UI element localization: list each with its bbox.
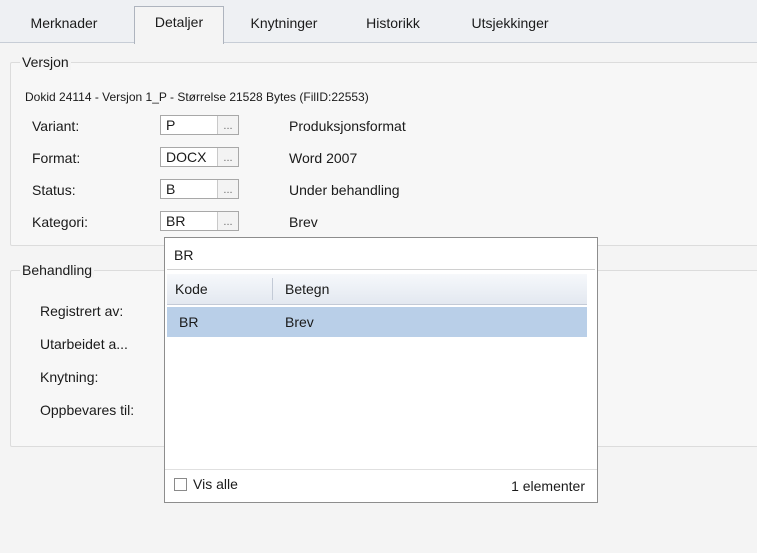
- format-value: DOCX: [166, 149, 207, 165]
- column-divider[interactable]: [272, 278, 273, 300]
- format-lookup-button[interactable]: ...: [217, 148, 238, 166]
- behandling-group-title: Behandling: [20, 262, 95, 278]
- item-count-label: 1 elementer: [511, 478, 585, 494]
- tab-knytninger[interactable]: Knytninger: [234, 8, 334, 41]
- versjon-group-title: Versjon: [20, 54, 71, 70]
- variant-value: P: [166, 117, 176, 133]
- utarbeidet-av-label: Utarbeidet a...: [40, 336, 128, 352]
- version-info-caption: Dokid 24114 - Versjon 1_P - Størrelse 21…: [25, 90, 369, 104]
- kategori-description: Brev: [289, 214, 318, 230]
- status-label: Status:: [32, 182, 76, 198]
- show-all-label[interactable]: Vis alle: [193, 476, 238, 492]
- status-description: Under behandling: [289, 182, 400, 198]
- kategori-lookup-popup: BR Kode Betegn BR Brev Vis alle 1 elemen…: [164, 237, 598, 503]
- format-field[interactable]: DOCX ...: [160, 147, 239, 167]
- oppbevares-til-label: Oppbevares til:: [40, 402, 135, 418]
- popup-footer: Vis alle 1 elementer: [165, 469, 597, 502]
- tab-merknader[interactable]: Merknader: [14, 8, 114, 41]
- variant-lookup-button[interactable]: ...: [217, 116, 238, 134]
- kategori-field[interactable]: BR ...: [160, 211, 239, 231]
- variant-description: Produksjonsformat: [289, 118, 406, 134]
- status-value: B: [166, 181, 176, 197]
- column-header-kode[interactable]: Kode: [175, 281, 208, 297]
- registrert-av-label: Registrert av:: [40, 303, 124, 319]
- popup-grid-header: Kode Betegn: [167, 274, 587, 305]
- popup-search-input[interactable]: BR: [167, 240, 595, 270]
- knytning-label: Knytning:: [40, 369, 99, 385]
- column-header-betegn[interactable]: Betegn: [285, 281, 329, 297]
- format-label: Format:: [32, 150, 81, 166]
- tab-detaljer[interactable]: Detaljer: [134, 6, 224, 44]
- kategori-label: Kategori:: [32, 214, 89, 230]
- tab-historikk[interactable]: Historikk: [348, 8, 438, 41]
- row-kode: BR: [179, 314, 199, 330]
- tab-strip: Merknader Detaljer Knytninger Historikk …: [0, 0, 757, 44]
- variant-label: Variant:: [32, 118, 80, 134]
- popup-row[interactable]: BR Brev: [167, 307, 587, 337]
- kategori-lookup-button[interactable]: ...: [217, 212, 238, 230]
- kategori-value: BR: [166, 213, 186, 229]
- status-field[interactable]: B ...: [160, 179, 239, 199]
- status-lookup-button[interactable]: ...: [217, 180, 238, 198]
- row-betegn: Brev: [285, 314, 314, 330]
- variant-field[interactable]: P ...: [160, 115, 239, 135]
- tab-utsjekkinger[interactable]: Utsjekkinger: [452, 8, 568, 41]
- format-description: Word 2007: [289, 150, 358, 166]
- show-all-checkbox[interactable]: [174, 478, 187, 491]
